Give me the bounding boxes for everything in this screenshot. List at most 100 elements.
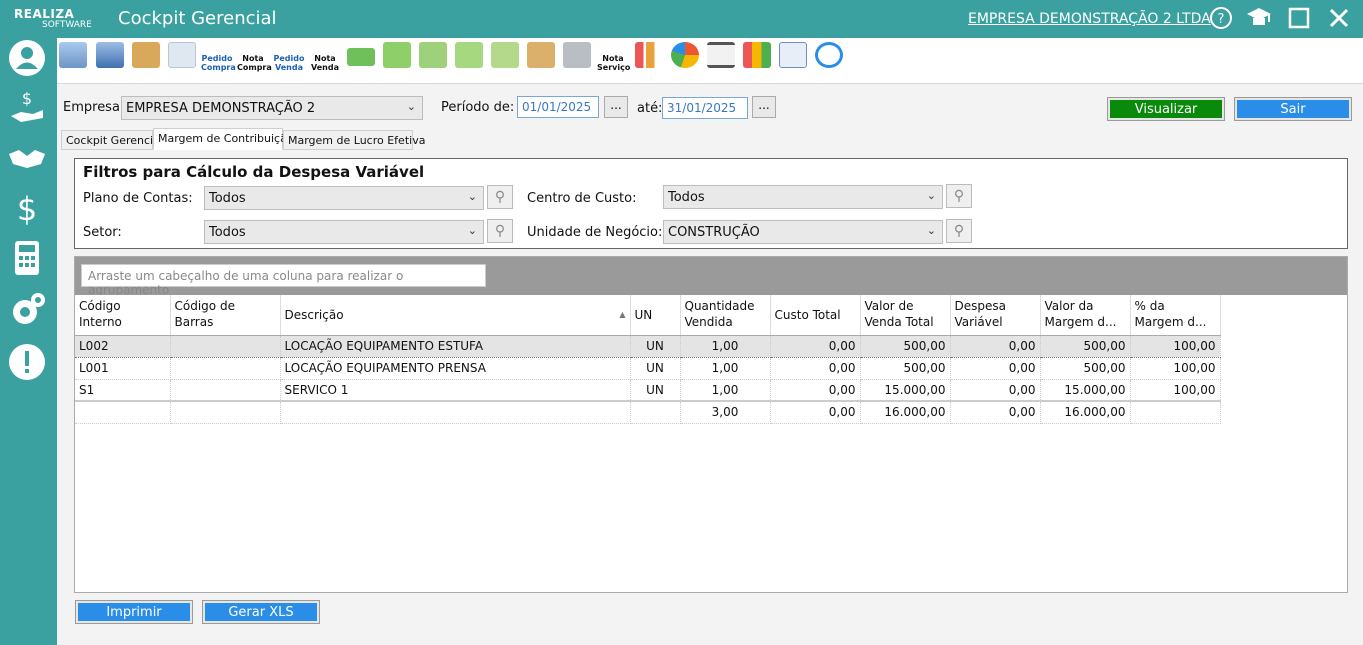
box-tool[interactable] — [130, 42, 162, 80]
header-row: Código Interno Código de Barras Descrição ▲… — [75, 295, 1221, 336]
cell: 0,00 — [770, 379, 861, 402]
pedido-compra-tool[interactable]: Pedido Compra — [201, 42, 236, 80]
cell — [170, 379, 281, 402]
company-link[interactable]: EMPRESA DEMONSTRAÇÃO 2 LTDA — [968, 11, 1211, 27]
user-tool[interactable] — [94, 42, 126, 80]
col-quantidade[interactable]: Quantidade Vendida — [680, 295, 771, 336]
empresa-select[interactable]: EMPRESA DEMONSTRAÇÃO 2 ⌄ — [121, 96, 423, 120]
setor-search-icon[interactable]: ⚲ — [487, 219, 513, 243]
unidade-value: CONSTRUÇÃO — [668, 225, 760, 240]
col-despesa[interactable]: Despesa Variável — [950, 295, 1041, 336]
user-icon[interactable] — [6, 38, 48, 80]
visualizar-button[interactable]: Visualizar — [1107, 97, 1225, 121]
report-tool[interactable] — [777, 42, 809, 80]
alarm-clock-icon — [815, 42, 843, 68]
bar-chart-search-icon — [635, 42, 663, 68]
dollar-icon[interactable]: $ — [6, 188, 48, 230]
alert-icon[interactable] — [6, 342, 48, 384]
logo-text: REALIZA — [14, 7, 75, 21]
date-from-input[interactable]: 01/01/2025 — [517, 96, 599, 118]
col-un[interactable]: UN — [630, 295, 681, 336]
boxes-tool[interactable] — [525, 42, 557, 80]
money-hand-icon[interactable]: $ — [6, 88, 48, 130]
col-valor-venda[interactable]: Valor de Venda Total — [860, 295, 951, 336]
col-label: Barras — [174, 315, 214, 329]
growth-chart-tool[interactable] — [741, 42, 773, 80]
col-descricao[interactable]: Descrição ▲ — [280, 295, 631, 336]
table-row[interactable]: L002 LOCAÇÃO EQUIPAMENTO ESTUFA UN 1,00 … — [75, 334, 1221, 358]
cash-pay-tool[interactable] — [453, 42, 485, 80]
col-codigo-interno[interactable]: Código Interno — [75, 295, 171, 336]
chevron-down-icon: ⌄ — [467, 224, 477, 237]
totals-row: 3,00 0,00 16.000,00 0,00 16.000,00 — [75, 400, 1221, 424]
tools-tool[interactable] — [561, 42, 593, 80]
line-chart-tool[interactable] — [705, 42, 737, 80]
imprimir-button[interactable]: Imprimir — [75, 600, 193, 624]
cell: 15.000,00 — [860, 379, 951, 402]
sair-button[interactable]: Sair — [1234, 97, 1352, 121]
tab-margem-lucro[interactable]: Margem de Lucro Efetiva — [283, 130, 425, 150]
gears-icon[interactable] — [6, 290, 48, 332]
date-from-picker-button[interactable]: ... — [604, 96, 628, 118]
pie-chart-tool[interactable] — [669, 42, 701, 80]
maximize-icon[interactable] — [1286, 6, 1312, 32]
plano-search-icon[interactable]: ⚲ — [487, 185, 513, 209]
cash-confirm-icon — [491, 42, 519, 68]
calculator-icon[interactable] — [6, 238, 48, 280]
tab-margem-contribuicao[interactable]: Margem de Contribuição — [153, 128, 294, 150]
total-cell — [1130, 400, 1221, 424]
col-custo-total[interactable]: Custo Total — [770, 295, 861, 336]
unidade-select[interactable]: CONSTRUÇÃO ⌄ — [663, 220, 943, 244]
tab-cockpit-gerencial[interactable]: Cockpit Gerencial — [61, 130, 163, 150]
col-label: Valor de — [864, 299, 914, 313]
pedido-venda-tool[interactable]: Pedido Venda — [273, 42, 305, 80]
total-cell: 0,00 — [770, 400, 861, 424]
person-icon — [96, 42, 124, 68]
unidade-search-icon[interactable]: ⚲ — [946, 219, 972, 243]
chevron-down-icon: ⌄ — [926, 189, 936, 202]
bar-chart-tool[interactable] — [633, 42, 665, 80]
setor-select[interactable]: Todos ⌄ — [204, 220, 484, 244]
centro-select[interactable]: Todos ⌄ — [663, 185, 943, 209]
pedido-compra-label-2: Compra — [201, 63, 236, 72]
date-to-input[interactable]: 31/01/2025 — [662, 97, 748, 119]
cash-tool[interactable] — [345, 42, 377, 80]
cash-check-icon — [419, 42, 447, 68]
cell: 0,00 — [950, 334, 1041, 358]
cash-hand-tool[interactable] — [381, 42, 413, 80]
col-label: Interno — [79, 315, 122, 329]
line-chart-icon — [707, 42, 735, 68]
table-row[interactable]: S1 SERVICO 1 UN 1,00 0,00 15.000,00 0,00… — [75, 379, 1221, 402]
col-codigo-barras[interactable]: Código de Barras — [170, 295, 281, 336]
group-panel[interactable]: Arraste um cabeçalho de uma coluna para … — [75, 257, 1347, 297]
date-to-picker-button[interactable]: ... — [752, 96, 776, 118]
col-pct-margem[interactable]: % da Margem d... — [1130, 295, 1221, 336]
nota-compra-tool[interactable]: Nota Compra — [237, 42, 272, 80]
setor-value: Todos — [209, 225, 246, 240]
close-icon[interactable] — [1326, 6, 1352, 32]
graduation-cap-icon[interactable] — [1246, 6, 1272, 32]
cell: 1,00 — [680, 334, 771, 358]
centro-search-icon[interactable]: ⚲ — [946, 184, 972, 208]
cell: 100,00 — [1130, 357, 1221, 380]
cloud-download-tool[interactable] — [166, 42, 198, 80]
table-row[interactable]: L001 LOCAÇÃO EQUIPAMENTO PRENSA UN 1,00 … — [75, 357, 1221, 380]
cash-confirm-tool[interactable] — [489, 42, 521, 80]
main-panel: Empresa: EMPRESA DEMONSTRAÇÃO 2 ⌄ Períod… — [57, 84, 1363, 645]
nota-venda-label-1: Nota — [314, 54, 336, 63]
pedido-compra-label-1: Pedido — [201, 54, 233, 63]
gerar-xls-button[interactable]: Gerar XLS — [202, 600, 320, 624]
wrench-icon — [563, 42, 591, 68]
nota-venda-tool[interactable]: Nota Venda — [309, 42, 341, 80]
col-valor-margem[interactable]: Valor da Margem d... — [1040, 295, 1131, 336]
plano-select[interactable]: Todos ⌄ — [204, 186, 484, 210]
cash-icon — [347, 48, 375, 66]
users-tool[interactable] — [57, 42, 89, 80]
sidebar: $ $ — [0, 38, 57, 645]
alarm-tool[interactable] — [813, 42, 845, 80]
help-icon[interactable]: ? — [1208, 6, 1234, 32]
cash-check-tool[interactable] — [417, 42, 449, 80]
nota-servico-tool[interactable]: Nota Serviço — [597, 42, 630, 80]
handshake-icon[interactable] — [6, 138, 48, 180]
total-cell: 16.000,00 — [1040, 400, 1131, 424]
